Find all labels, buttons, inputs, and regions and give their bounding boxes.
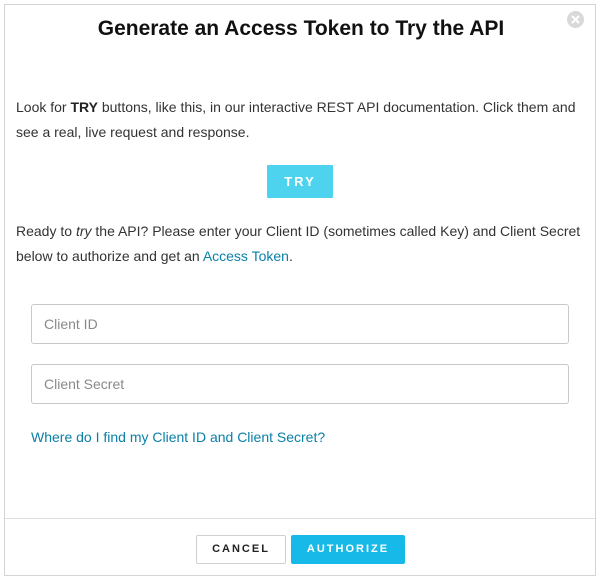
- ready-text: Ready to try the API? Please enter your …: [16, 223, 581, 264]
- client-secret-input[interactable]: [31, 364, 569, 404]
- cancel-button[interactable]: CANCEL: [196, 535, 286, 564]
- try-button[interactable]: TRY: [267, 165, 333, 198]
- access-token-link[interactable]: Access Token: [203, 248, 289, 264]
- client-id-input[interactable]: [31, 304, 569, 344]
- try-keyword: TRY: [70, 99, 98, 115]
- intro-text: Look for TRY buttons, like this, in our …: [16, 99, 576, 140]
- dialog-title: Generate an Access Token to Try the API: [97, 17, 505, 40]
- footer-divider: [5, 518, 595, 519]
- find-credentials-link[interactable]: Where do I find my Client ID and Client …: [31, 427, 325, 447]
- authorize-button[interactable]: AUTHORIZE: [291, 535, 405, 564]
- access-token-dialog: Generate an Access Token to Try the API …: [4, 4, 596, 576]
